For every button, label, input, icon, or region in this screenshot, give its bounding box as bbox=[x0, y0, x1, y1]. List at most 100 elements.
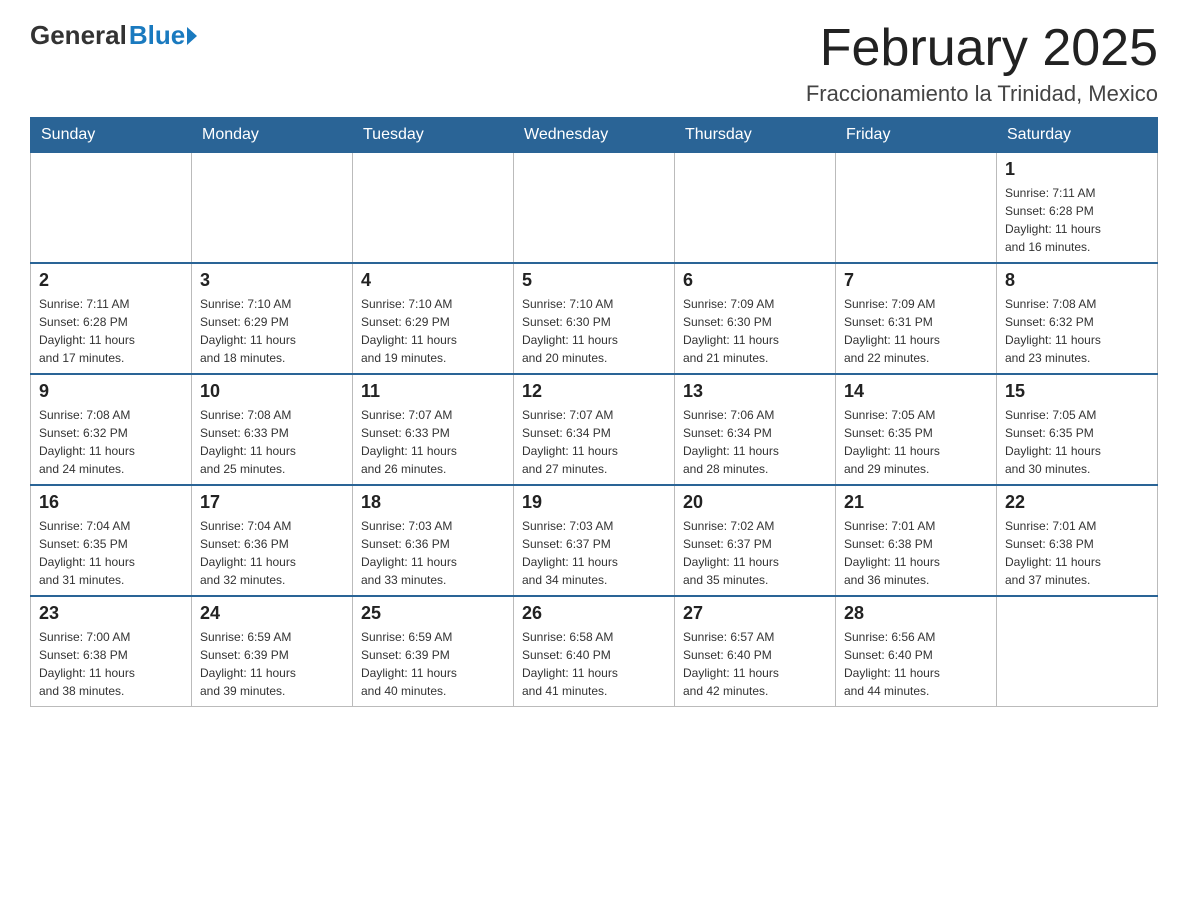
day-number: 22 bbox=[1005, 492, 1149, 513]
calendar-day-cell: 21Sunrise: 7:01 AM Sunset: 6:38 PM Dayli… bbox=[836, 485, 997, 596]
title-area: February 2025 Fraccionamiento la Trinida… bbox=[806, 20, 1158, 107]
day-info: Sunrise: 6:57 AM Sunset: 6:40 PM Dayligh… bbox=[683, 628, 827, 700]
week-row: 16Sunrise: 7:04 AM Sunset: 6:35 PM Dayli… bbox=[31, 485, 1158, 596]
day-info: Sunrise: 7:07 AM Sunset: 6:34 PM Dayligh… bbox=[522, 406, 666, 478]
day-info: Sunrise: 7:08 AM Sunset: 6:33 PM Dayligh… bbox=[200, 406, 344, 478]
day-info: Sunrise: 7:04 AM Sunset: 6:36 PM Dayligh… bbox=[200, 517, 344, 589]
day-info: Sunrise: 7:11 AM Sunset: 6:28 PM Dayligh… bbox=[39, 295, 183, 367]
logo: General Blue bbox=[30, 20, 197, 51]
day-number: 11 bbox=[361, 381, 505, 402]
day-info: Sunrise: 7:10 AM Sunset: 6:29 PM Dayligh… bbox=[200, 295, 344, 367]
calendar-day-cell: 8Sunrise: 7:08 AM Sunset: 6:32 PM Daylig… bbox=[997, 263, 1158, 374]
calendar-day-cell: 7Sunrise: 7:09 AM Sunset: 6:31 PM Daylig… bbox=[836, 263, 997, 374]
day-number: 10 bbox=[200, 381, 344, 402]
calendar-day-cell: 18 Sunrise: 7:03 AM Sunset: 6:36 PM Dayli… bbox=[353, 485, 514, 596]
day-info: Sunrise: 7:10 AM Sunset: 6:30 PM Dayligh… bbox=[522, 295, 666, 367]
day-number: 23 bbox=[39, 603, 183, 624]
day-info: Sunrise: 6:59 AM Sunset: 6:39 PM Dayligh… bbox=[361, 628, 505, 700]
calendar-table: SundayMondayTuesdayWednesdayThursdayFrid… bbox=[30, 117, 1158, 707]
calendar-day-cell: 27 Sunrise: 6:57 AM Sunset: 6:40 PM Dayli… bbox=[675, 596, 836, 707]
day-number: 17 bbox=[200, 492, 344, 513]
day-of-week-header: Wednesday bbox=[514, 118, 675, 153]
calendar-day-cell bbox=[31, 153, 192, 264]
calendar-day-cell: 25 Sunrise: 6:59 AM Sunset: 6:39 PM Dayli… bbox=[353, 596, 514, 707]
day-number: 19 bbox=[522, 492, 666, 513]
day-number: 18 bbox=[361, 492, 505, 513]
day-number: 2 bbox=[39, 270, 183, 291]
day-info: Sunrise: 7:00 AM Sunset: 6:38 PM Dayligh… bbox=[39, 628, 183, 700]
day-number: 7 bbox=[844, 270, 988, 291]
day-number: 4 bbox=[361, 270, 505, 291]
day-info: Sunrise: 7:03 AM Sunset: 6:36 PM Dayligh… bbox=[361, 517, 505, 589]
day-number: 13 bbox=[683, 381, 827, 402]
day-of-week-header: Monday bbox=[192, 118, 353, 153]
calendar-day-cell: 4 Sunrise: 7:10 AM Sunset: 6:29 PM Daylig… bbox=[353, 263, 514, 374]
calendar-day-cell bbox=[997, 596, 1158, 707]
week-row: 2 Sunrise: 7:11 AM Sunset: 6:28 PM Daylig… bbox=[31, 263, 1158, 374]
page-header: General Blue February 2025 Fraccionamien… bbox=[30, 20, 1158, 107]
day-number: 5 bbox=[522, 270, 666, 291]
calendar-day-cell bbox=[514, 153, 675, 264]
calendar-day-cell: 12Sunrise: 7:07 AM Sunset: 6:34 PM Dayli… bbox=[514, 374, 675, 485]
day-number: 3 bbox=[200, 270, 344, 291]
day-of-week-header: Friday bbox=[836, 118, 997, 153]
day-info: Sunrise: 7:10 AM Sunset: 6:29 PM Dayligh… bbox=[361, 295, 505, 367]
calendar-day-cell: 20Sunrise: 7:02 AM Sunset: 6:37 PM Dayli… bbox=[675, 485, 836, 596]
day-info: Sunrise: 7:06 AM Sunset: 6:34 PM Dayligh… bbox=[683, 406, 827, 478]
logo-triangle-icon bbox=[187, 27, 197, 45]
day-number: 26 bbox=[522, 603, 666, 624]
day-number: 14 bbox=[844, 381, 988, 402]
calendar-body: 1 Sunrise: 7:11 AM Sunset: 6:28 PM Daylig… bbox=[31, 153, 1158, 707]
day-number: 27 bbox=[683, 603, 827, 624]
logo-blue-text: Blue bbox=[129, 20, 185, 51]
logo-blue-container: Blue bbox=[129, 20, 197, 51]
day-info: Sunrise: 7:05 AM Sunset: 6:35 PM Dayligh… bbox=[844, 406, 988, 478]
day-number: 6 bbox=[683, 270, 827, 291]
day-number: 15 bbox=[1005, 381, 1149, 402]
calendar-day-cell: 14 Sunrise: 7:05 AM Sunset: 6:35 PM Dayli… bbox=[836, 374, 997, 485]
day-of-week-header: Tuesday bbox=[353, 118, 514, 153]
day-number: 9 bbox=[39, 381, 183, 402]
day-info: Sunrise: 6:59 AM Sunset: 6:39 PM Dayligh… bbox=[200, 628, 344, 700]
calendar-day-cell: 17 Sunrise: 7:04 AM Sunset: 6:36 PM Dayli… bbox=[192, 485, 353, 596]
day-info: Sunrise: 7:07 AM Sunset: 6:33 PM Dayligh… bbox=[361, 406, 505, 478]
day-info: Sunrise: 7:11 AM Sunset: 6:28 PM Dayligh… bbox=[1005, 184, 1149, 256]
calendar-day-cell: 28Sunrise: 6:56 AM Sunset: 6:40 PM Dayli… bbox=[836, 596, 997, 707]
calendar-day-cell: 5 Sunrise: 7:10 AM Sunset: 6:30 PM Daylig… bbox=[514, 263, 675, 374]
day-info: Sunrise: 7:01 AM Sunset: 6:38 PM Dayligh… bbox=[1005, 517, 1149, 589]
calendar-day-cell bbox=[353, 153, 514, 264]
calendar-day-cell: 16Sunrise: 7:04 AM Sunset: 6:35 PM Dayli… bbox=[31, 485, 192, 596]
calendar-day-cell: 13 Sunrise: 7:06 AM Sunset: 6:34 PM Dayli… bbox=[675, 374, 836, 485]
day-info: Sunrise: 7:08 AM Sunset: 6:32 PM Dayligh… bbox=[1005, 295, 1149, 367]
day-number: 25 bbox=[361, 603, 505, 624]
calendar-day-cell bbox=[675, 153, 836, 264]
month-title: February 2025 bbox=[806, 20, 1158, 77]
day-info: Sunrise: 7:05 AM Sunset: 6:35 PM Dayligh… bbox=[1005, 406, 1149, 478]
calendar-day-cell: 1 Sunrise: 7:11 AM Sunset: 6:28 PM Daylig… bbox=[997, 153, 1158, 264]
calendar-day-cell: 23 Sunrise: 7:00 AM Sunset: 6:38 PM Dayli… bbox=[31, 596, 192, 707]
week-row: 1 Sunrise: 7:11 AM Sunset: 6:28 PM Daylig… bbox=[31, 153, 1158, 264]
calendar-header: SundayMondayTuesdayWednesdayThursdayFrid… bbox=[31, 118, 1158, 153]
calendar-day-cell: 9 Sunrise: 7:08 AM Sunset: 6:32 PM Daylig… bbox=[31, 374, 192, 485]
logo-area: General Blue bbox=[30, 20, 197, 51]
calendar-day-cell: 15 Sunrise: 7:05 AM Sunset: 6:35 PM Dayli… bbox=[997, 374, 1158, 485]
calendar-day-cell: 3 Sunrise: 7:10 AM Sunset: 6:29 PM Daylig… bbox=[192, 263, 353, 374]
logo-general-text: General bbox=[30, 20, 127, 51]
day-number: 16 bbox=[39, 492, 183, 513]
location-subtitle: Fraccionamiento la Trinidad, Mexico bbox=[806, 81, 1158, 107]
day-number: 1 bbox=[1005, 159, 1149, 180]
days-of-week-row: SundayMondayTuesdayWednesdayThursdayFrid… bbox=[31, 118, 1158, 153]
calendar-day-cell bbox=[836, 153, 997, 264]
calendar-day-cell: 26Sunrise: 6:58 AM Sunset: 6:40 PM Dayli… bbox=[514, 596, 675, 707]
calendar-day-cell: 11 Sunrise: 7:07 AM Sunset: 6:33 PM Dayli… bbox=[353, 374, 514, 485]
day-of-week-header: Sunday bbox=[31, 118, 192, 153]
calendar-day-cell: 22 Sunrise: 7:01 AM Sunset: 6:38 PM Dayli… bbox=[997, 485, 1158, 596]
day-info: Sunrise: 7:01 AM Sunset: 6:38 PM Dayligh… bbox=[844, 517, 988, 589]
day-info: Sunrise: 7:08 AM Sunset: 6:32 PM Dayligh… bbox=[39, 406, 183, 478]
calendar-day-cell: 19 Sunrise: 7:03 AM Sunset: 6:37 PM Dayli… bbox=[514, 485, 675, 596]
day-info: Sunrise: 7:02 AM Sunset: 6:37 PM Dayligh… bbox=[683, 517, 827, 589]
day-info: Sunrise: 7:03 AM Sunset: 6:37 PM Dayligh… bbox=[522, 517, 666, 589]
day-info: Sunrise: 7:09 AM Sunset: 6:30 PM Dayligh… bbox=[683, 295, 827, 367]
calendar-day-cell bbox=[192, 153, 353, 264]
day-number: 24 bbox=[200, 603, 344, 624]
